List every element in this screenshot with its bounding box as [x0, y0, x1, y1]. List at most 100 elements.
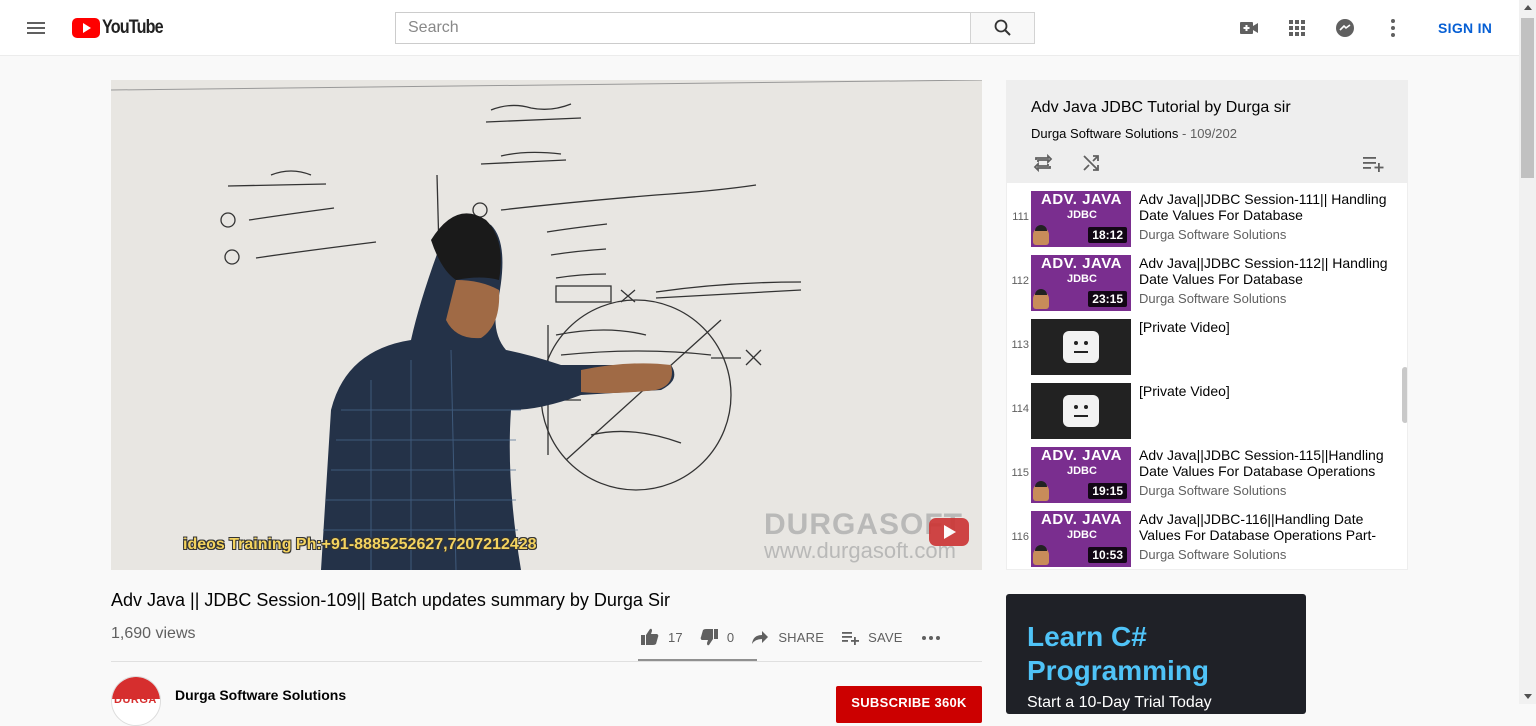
thumbs-down-icon	[700, 629, 718, 646]
playlist-video-title[interactable]: Adv Java||JDBC-116||Handling Date Values…	[1139, 511, 1389, 543]
playlist-add-icon[interactable]	[1361, 151, 1385, 175]
playlist-position: - 109/202	[1178, 126, 1237, 141]
scroll-up-arrow-icon[interactable]	[1524, 5, 1532, 10]
video-duration: 10:53	[1088, 547, 1127, 563]
playlist-item-index: 112	[1011, 275, 1029, 287]
thumbnail-subtitle: JDBC	[1067, 209, 1097, 221]
playlist-panel: Adv Java JDBC Tutorial by Durga sir Durg…	[1006, 80, 1408, 570]
scroll-thumb[interactable]	[1521, 18, 1534, 178]
playlist-item[interactable]: 111 ADV. JAVA JDBC 18:12 Adv Java||JDBC …	[1007, 189, 1407, 253]
playlist-title[interactable]: Adv Java JDBC Tutorial by Durga sir	[1031, 99, 1291, 117]
playlist-items: 111 ADV. JAVA JDBC 18:12 Adv Java||JDBC …	[1007, 189, 1407, 569]
channel-avatar[interactable]: DURGA	[111, 676, 161, 726]
playlist-item-index: 114	[1011, 403, 1029, 415]
messages-icon[interactable]	[1333, 16, 1357, 40]
playlist-item[interactable]: 115 ADV. JAVA JDBC 19:15 Adv Java||JDBC …	[1007, 445, 1407, 509]
playlist-header: Adv Java JDBC Tutorial by Durga sir Durg…	[1007, 81, 1407, 183]
playlist-item-text: Adv Java||JDBC Session-115||Handling Dat…	[1139, 447, 1389, 498]
playlist-item-index: 111	[1012, 211, 1029, 223]
playlist-item[interactable]: 116 ADV. JAVA JDBC 10:53 Adv Java||JDBC-…	[1007, 509, 1407, 569]
ad-subtitle: Start a 10-Day Trial Today	[1027, 694, 1212, 711]
youtube-watermark-icon[interactable]	[929, 518, 969, 546]
playlist-item[interactable]: 113 [Private Video]	[1007, 317, 1407, 381]
search-input[interactable]	[406, 18, 970, 38]
private-video-thumbnail[interactable]	[1031, 383, 1131, 439]
apps-grid-icon[interactable]	[1285, 16, 1309, 40]
playlist-scrollbar[interactable]	[1402, 367, 1407, 423]
playlist-add-icon	[842, 632, 860, 645]
video-thumbnail[interactable]: ADV. JAVA JDBC 10:53	[1031, 511, 1131, 567]
playlist-video-channel: Durga Software Solutions	[1139, 547, 1287, 562]
ad-title: Learn C# Programming	[1027, 621, 1210, 686]
video-thumbnail[interactable]: ADV. JAVA JDBC 18:12	[1031, 191, 1131, 247]
playlist-video-channel: Durga Software Solutions	[1139, 227, 1287, 242]
dislike-button[interactable]: 0	[699, 627, 734, 647]
video-title: Adv Java || JDBC Session-109|| Batch upd…	[111, 590, 670, 610]
playlist-item-text: Adv Java||JDBC Session-111|| Handling Da…	[1139, 191, 1389, 242]
thumbnail-subtitle: JDBC	[1067, 465, 1097, 477]
presenter-face-icon	[1033, 289, 1049, 309]
playlist-item-text: Adv Java||JDBC Session-112|| Handling Da…	[1139, 255, 1389, 306]
create-video-icon[interactable]	[1237, 16, 1261, 40]
presenter-face-icon	[1033, 225, 1049, 245]
thumbnail-title: ADV. JAVA	[1041, 191, 1122, 208]
playlist-item[interactable]: 114 [Private Video]	[1007, 381, 1407, 445]
like-count: 17	[668, 629, 683, 645]
playlist-item-text: [Private Video]	[1139, 383, 1389, 399]
search-box[interactable]	[395, 12, 971, 44]
playlist-video-channel: Durga Software Solutions	[1139, 483, 1287, 498]
thumbs-up-icon	[641, 628, 659, 645]
playlist-channel[interactable]: Durga Software Solutions	[1031, 126, 1178, 141]
private-video-icon	[1063, 331, 1099, 363]
video-duration: 19:15	[1088, 483, 1127, 499]
shuffle-icon[interactable]	[1079, 151, 1103, 175]
channel-name[interactable]: Durga Software Solutions	[175, 687, 346, 703]
youtube-logo[interactable]: YouTube	[72, 17, 173, 39]
page-scrollbar[interactable]	[1519, 0, 1536, 704]
video-duration: 23:15	[1088, 291, 1127, 307]
video-duration: 18:12	[1088, 227, 1127, 243]
playlist-item-index: 116	[1011, 531, 1029, 543]
menu-icon[interactable]	[24, 16, 48, 40]
video-player[interactable]: DURGASOFT www.durgasoft.com ideos Traini…	[111, 80, 982, 570]
playlist-video-title[interactable]: Adv Java||JDBC Session-115||Handling Dat…	[1139, 447, 1389, 479]
more-horiz-icon	[921, 636, 940, 640]
youtube-logo-icon	[72, 18, 100, 38]
dislike-count: 0	[726, 629, 735, 645]
playlist-item-index: 115	[1011, 467, 1029, 479]
thumbnail-title: ADV. JAVA	[1041, 255, 1122, 272]
video-thumbnail[interactable]: ADV. JAVA JDBC 19:15	[1031, 447, 1131, 503]
scroll-down-arrow-icon[interactable]	[1524, 694, 1532, 699]
share-button[interactable]: SHARE	[750, 627, 824, 647]
subscribe-button[interactable]: SUBSCRIBE 360K	[836, 686, 982, 723]
like-button[interactable]: 17	[640, 627, 683, 647]
playlist-video-title[interactable]: [Private Video]	[1139, 319, 1389, 335]
loop-icon[interactable]	[1031, 151, 1055, 175]
thumbnail-subtitle: JDBC	[1067, 273, 1097, 285]
search-button[interactable]	[970, 12, 1035, 44]
share-label: SHARE	[778, 629, 825, 645]
private-video-icon	[1063, 395, 1099, 427]
playlist-video-title[interactable]: Adv Java||JDBC Session-112|| Handling Da…	[1139, 255, 1389, 287]
more-actions-button[interactable]	[919, 627, 951, 647]
video-thumbnail[interactable]: ADV. JAVA JDBC 23:15	[1031, 255, 1131, 311]
playlist-video-title[interactable]: [Private Video]	[1139, 383, 1389, 399]
save-button[interactable]: SAVE	[840, 627, 903, 647]
playlist-subtitle: Durga Software Solutions - 109/202	[1031, 126, 1237, 141]
thumbnail-title: ADV. JAVA	[1041, 447, 1122, 464]
sign-in-button[interactable]: SIGN IN	[1426, 10, 1504, 46]
playlist-item-text: [Private Video]	[1139, 319, 1389, 335]
whiteboard-frame	[111, 80, 982, 570]
thumbnail-title: ADV. JAVA	[1041, 511, 1122, 528]
avatar-text: DURGA	[114, 694, 157, 706]
save-label: SAVE	[868, 629, 903, 645]
divider	[111, 661, 982, 662]
share-icon	[752, 631, 769, 644]
ad-banner[interactable]: Learn C# Programming Start a 10-Day Tria…	[1006, 594, 1306, 714]
private-video-thumbnail[interactable]	[1031, 319, 1131, 375]
more-vert-icon[interactable]	[1381, 16, 1405, 40]
logo-text: YouTube	[102, 17, 164, 38]
search-icon	[994, 19, 1011, 36]
playlist-video-title[interactable]: Adv Java||JDBC Session-111|| Handling Da…	[1139, 191, 1389, 223]
playlist-item[interactable]: 112 ADV. JAVA JDBC 23:15 Adv Java||JDBC …	[1007, 253, 1407, 317]
